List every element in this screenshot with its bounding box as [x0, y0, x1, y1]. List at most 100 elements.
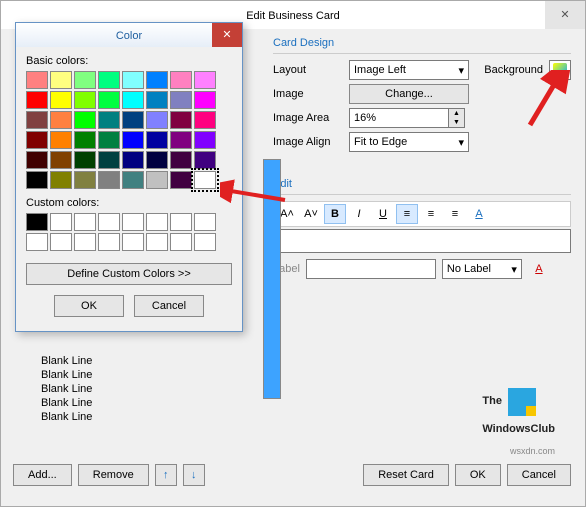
color-swatch[interactable]	[146, 71, 168, 89]
color-swatch[interactable]	[122, 111, 144, 129]
color-swatch[interactable]	[122, 131, 144, 149]
color-swatch[interactable]	[170, 111, 192, 129]
italic-button[interactable]: I	[348, 204, 370, 224]
color-swatch[interactable]	[194, 131, 216, 149]
remove-button[interactable]: Remove	[78, 464, 149, 486]
color-swatch[interactable]	[170, 91, 192, 109]
font-color-button[interactable]: A	[468, 204, 490, 224]
image-area-input[interactable]	[349, 108, 449, 128]
add-button[interactable]: Add...	[13, 464, 72, 486]
spin-down-icon[interactable]: ▼	[449, 118, 464, 127]
color-swatch[interactable]	[170, 151, 192, 169]
color-swatch[interactable]	[98, 171, 120, 189]
move-up-button[interactable]: ↑	[155, 464, 177, 486]
custom-color-swatch[interactable]	[146, 213, 168, 231]
color-swatch[interactable]	[194, 91, 216, 109]
color-swatch[interactable]	[98, 151, 120, 169]
list-item[interactable]: Blank Line	[41, 383, 92, 397]
custom-color-swatch[interactable]	[74, 233, 96, 251]
cancel-button[interactable]: Cancel	[507, 464, 571, 486]
color-swatch[interactable]	[74, 91, 96, 109]
label-input[interactable]	[306, 259, 436, 279]
underline-button[interactable]: U	[372, 204, 394, 224]
color-cancel-button[interactable]: Cancel	[134, 295, 204, 317]
bold-button[interactable]: B	[324, 204, 346, 224]
color-swatch[interactable]	[26, 151, 48, 169]
custom-color-swatch[interactable]	[194, 213, 216, 231]
custom-color-swatch[interactable]	[50, 233, 72, 251]
close-icon[interactable]: ✕	[212, 23, 242, 47]
list-item[interactable]: Blank Line	[41, 397, 92, 411]
color-swatch[interactable]	[74, 111, 96, 129]
custom-color-swatch[interactable]	[146, 233, 168, 251]
color-swatch[interactable]	[50, 91, 72, 109]
color-swatch[interactable]	[146, 151, 168, 169]
background-color-button[interactable]	[549, 60, 571, 80]
color-ok-button[interactable]: OK	[54, 295, 124, 317]
custom-color-swatch[interactable]	[26, 213, 48, 231]
custom-color-swatch[interactable]	[170, 213, 192, 231]
image-area-spinner[interactable]: ▲▼	[349, 108, 465, 128]
color-swatch[interactable]	[194, 171, 216, 189]
close-icon[interactable]: ✕	[545, 1, 585, 29]
color-swatch[interactable]	[50, 131, 72, 149]
move-down-button[interactable]: ↓	[183, 464, 205, 486]
color-swatch[interactable]	[122, 91, 144, 109]
color-swatch[interactable]	[26, 111, 48, 129]
ok-button[interactable]: OK	[455, 464, 501, 486]
color-swatch[interactable]	[98, 91, 120, 109]
custom-color-swatch[interactable]	[74, 213, 96, 231]
decrease-font-button[interactable]: A˅	[300, 204, 322, 224]
custom-color-swatch[interactable]	[122, 233, 144, 251]
align-right-button[interactable]: ≡	[444, 204, 466, 224]
color-swatch[interactable]	[98, 71, 120, 89]
reset-card-button[interactable]: Reset Card	[363, 464, 449, 486]
custom-color-swatch[interactable]	[194, 233, 216, 251]
color-swatch[interactable]	[170, 131, 192, 149]
color-swatch[interactable]	[146, 91, 168, 109]
color-swatch[interactable]	[74, 171, 96, 189]
color-swatch[interactable]	[98, 131, 120, 149]
custom-color-swatch[interactable]	[98, 233, 120, 251]
color-swatch[interactable]	[26, 131, 48, 149]
color-swatch[interactable]	[98, 111, 120, 129]
image-align-select[interactable]: Fit to Edge ▾	[349, 132, 469, 152]
color-swatch[interactable]	[122, 71, 144, 89]
color-swatch[interactable]	[146, 111, 168, 129]
color-swatch[interactable]	[194, 111, 216, 129]
color-swatch[interactable]	[146, 131, 168, 149]
no-label-select[interactable]: No Label ▾	[442, 259, 522, 279]
color-swatch[interactable]	[26, 171, 48, 189]
color-swatch[interactable]	[50, 71, 72, 89]
define-custom-colors-button[interactable]: Define Custom Colors >>	[26, 263, 232, 285]
color-swatch[interactable]	[146, 171, 168, 189]
color-swatch[interactable]	[74, 131, 96, 149]
color-swatch[interactable]	[122, 151, 144, 169]
color-swatch[interactable]	[194, 71, 216, 89]
color-swatch[interactable]	[26, 91, 48, 109]
change-image-button[interactable]: Change...	[349, 84, 469, 104]
list-item[interactable]: Blank Line	[41, 411, 92, 425]
color-swatch[interactable]	[26, 71, 48, 89]
edit-text-input[interactable]	[273, 229, 571, 253]
custom-color-swatch[interactable]	[170, 233, 192, 251]
list-item[interactable]: Blank Line	[41, 355, 92, 369]
layout-select[interactable]: Image Left ▾	[349, 60, 469, 80]
custom-color-swatch[interactable]	[50, 213, 72, 231]
custom-color-swatch[interactable]	[26, 233, 48, 251]
align-left-button[interactable]: ≡	[396, 204, 418, 224]
align-center-button[interactable]: ≡	[420, 204, 442, 224]
color-swatch[interactable]	[122, 171, 144, 189]
custom-color-swatch[interactable]	[122, 213, 144, 231]
color-swatch[interactable]	[50, 111, 72, 129]
vertical-slider[interactable]	[263, 159, 281, 399]
color-swatch[interactable]	[74, 71, 96, 89]
label-color-button[interactable]: A	[528, 259, 550, 279]
custom-color-swatch[interactable]	[98, 213, 120, 231]
color-swatch[interactable]	[194, 151, 216, 169]
color-swatch[interactable]	[170, 171, 192, 189]
list-item[interactable]: Blank Line	[41, 369, 92, 383]
color-swatch[interactable]	[50, 171, 72, 189]
color-swatch[interactable]	[50, 151, 72, 169]
color-swatch[interactable]	[74, 151, 96, 169]
